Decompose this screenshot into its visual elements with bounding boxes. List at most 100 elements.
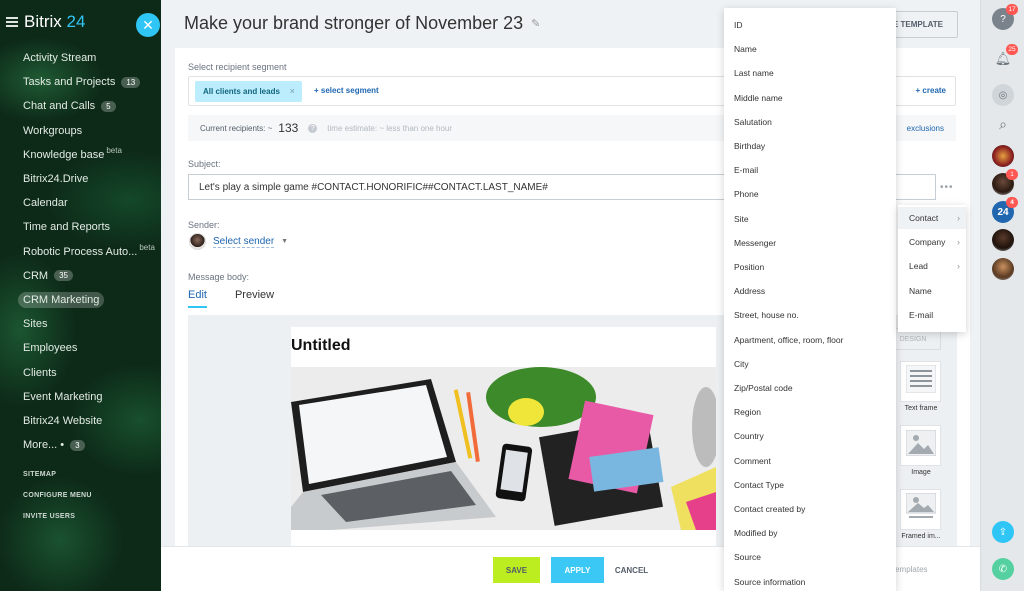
text-frame-block[interactable] <box>900 361 941 402</box>
field-menu-item[interactable]: Salutation <box>734 117 772 127</box>
field-menu-item[interactable]: Contact Type <box>734 480 784 490</box>
sender-row: Select sender ▼ <box>189 233 288 250</box>
segment-tag[interactable]: All clients and leads × <box>195 81 302 102</box>
avatar-4[interactable] <box>992 258 1014 280</box>
field-menu-item[interactable]: Last name <box>734 68 774 78</box>
sidebar-item[interactable]: Time and Reports <box>0 215 161 239</box>
beta-badge: beta <box>106 146 122 156</box>
select-sender-link[interactable]: Select sender <box>213 236 275 248</box>
share-screen-icon[interactable]: ⇪ <box>992 521 1014 543</box>
email-block-title[interactable]: Untitled <box>291 337 351 355</box>
field-menu-item[interactable]: E-mail <box>734 165 758 175</box>
sidebar-nav: Activity Stream Tasks and Projects 13 Chat … <box>0 46 161 457</box>
sidebar-item[interactable]: Employees <box>0 336 161 360</box>
tab-edit[interactable]: Edit <box>188 289 207 308</box>
submenu-item[interactable]: Company › <box>898 231 966 253</box>
submenu-item[interactable]: Name <box>898 280 966 302</box>
avatar-2[interactable]: 1 <box>992 169 1018 195</box>
menu-burger-icon[interactable] <box>6 17 18 27</box>
configure-menu-link[interactable]: CONFIGURE MENU <box>23 492 92 499</box>
chevron-right-icon: › <box>957 237 960 248</box>
sidebar-item[interactable]: Tasks and Projects 13 <box>0 70 161 94</box>
invite-users-link[interactable]: INVITE USERS <box>23 513 75 520</box>
avatar-3[interactable] <box>992 229 1014 251</box>
submenu-item[interactable]: Lead › <box>898 255 966 277</box>
sidebar-item-label: Workgroups <box>23 124 83 137</box>
field-menu-item[interactable]: Address <box>734 286 765 296</box>
exclusions-link[interactable]: exclusions <box>907 124 944 133</box>
sidebar-item[interactable]: Robotic Process Auto... beta <box>0 240 161 264</box>
field-menu-item[interactable]: Comment <box>734 456 771 466</box>
field-menu-item[interactable]: ID <box>734 20 743 30</box>
hero-image[interactable] <box>291 367 716 530</box>
sidebar-item[interactable]: CRM 35 <box>0 264 161 288</box>
logo-row: Bitrix 24 <box>6 12 85 32</box>
sidebar-item[interactable]: Sites <box>0 312 161 336</box>
field-menu-item[interactable]: Zip/Postal code <box>734 383 793 393</box>
tab-preview[interactable]: Preview <box>235 289 274 308</box>
search-icon[interactable]: ⌕ <box>992 113 1014 135</box>
field-menu-item[interactable]: Source <box>734 552 761 562</box>
bitrix24-avatar[interactable]: 24 4 <box>992 197 1018 223</box>
sender-label: Sender: <box>188 220 220 230</box>
sidebar-item[interactable]: Bitrix24.Drive <box>0 167 161 191</box>
sitemap-link[interactable]: SITEMAP <box>23 471 56 478</box>
sidebar-item[interactable]: Clients <box>0 360 161 384</box>
edit-title-pencil-icon[interactable]: ✎ <box>531 17 540 30</box>
field-menu-item[interactable]: Phone <box>734 189 759 199</box>
cancel-button[interactable]: CANCEL <box>608 557 655 583</box>
chat-icon[interactable]: ◎ <box>992 84 1014 106</box>
field-menu-item[interactable]: Name <box>734 44 757 54</box>
sidebar-item[interactable]: Bitrix24 Website <box>0 409 161 433</box>
apply-button[interactable]: APPLY <box>551 557 604 583</box>
workspace-photo <box>291 367 716 530</box>
field-menu-item[interactable]: Modified by <box>734 528 777 538</box>
field-menu-item[interactable]: Position <box>734 262 764 272</box>
help-icon[interactable]: ? 17 <box>992 4 1018 30</box>
sidebar-item[interactable]: Knowledge base beta <box>0 143 161 167</box>
image-block[interactable] <box>900 425 941 466</box>
sidebar-item-counter: 5 <box>101 100 116 112</box>
field-menu-item[interactable]: Site <box>734 214 749 224</box>
field-menu-item[interactable]: Contact created by <box>734 504 805 514</box>
sidebar-item[interactable]: Activity Stream <box>0 46 161 70</box>
contact-field-menu: ID Name Last name Middle name Salutation Birt… <box>724 8 896 591</box>
sidebar-item-label: More... • <box>23 439 65 452</box>
sidebar-item[interactable]: Chat and Calls 5 <box>0 94 161 118</box>
editor-tabs: Edit Preview <box>188 289 302 308</box>
field-menu-item[interactable]: Apartment, office, room, floor <box>734 335 843 345</box>
field-menu-item[interactable]: Middle name <box>734 93 783 103</box>
create-segment-link[interactable]: + create <box>916 86 946 95</box>
submenu-item[interactable]: E-mail <box>898 304 966 326</box>
field-menu-item[interactable]: City <box>734 359 749 369</box>
field-menu-item[interactable]: Source information <box>734 577 805 587</box>
field-menu-item[interactable]: Street, house no. <box>734 310 799 320</box>
field-menu-item[interactable]: Country <box>734 431 764 441</box>
avatar-1[interactable] <box>992 145 1014 167</box>
sidebar-item[interactable]: CRM Marketing <box>0 288 161 312</box>
sidebar-item[interactable]: Workgroups <box>0 119 161 143</box>
select-segment-link[interactable]: + select segment <box>314 86 379 95</box>
help-question-icon[interactable]: ? <box>308 123 318 133</box>
bell-icon[interactable]: 🔔︎ 25 <box>992 44 1018 70</box>
brand-logo[interactable]: Bitrix 24 <box>24 12 85 32</box>
b24-label: 24 <box>997 206 1009 218</box>
submenu-item[interactable]: Contact › <box>898 207 966 229</box>
field-menu-item[interactable]: Region <box>734 407 761 417</box>
sidebar-item-label: CRM <box>23 269 49 282</box>
phone-icon[interactable]: ✆ <box>992 558 1014 580</box>
sidebar-item[interactable]: More... • 3 <box>0 433 161 457</box>
page-title: Make your brand stronger of November 23 <box>184 13 524 33</box>
close-slider-button[interactable]: ✕ <box>136 13 160 37</box>
more-dots-icon[interactable]: ••• <box>940 182 954 193</box>
field-menu-item[interactable]: Birthday <box>734 141 765 151</box>
remove-tag-icon[interactable]: × <box>290 86 295 96</box>
save-button[interactable]: SAVE <box>493 557 540 583</box>
sidebar-item[interactable]: Calendar <box>0 191 161 215</box>
chevron-down-icon[interactable]: ▼ <box>281 238 288 245</box>
email-canvas[interactable]: Untitled <box>291 327 716 548</box>
sidebar-item-label: Event Marketing <box>23 390 103 403</box>
field-menu-item[interactable]: Messenger <box>734 238 776 248</box>
framed-image-block[interactable] <box>900 489 941 530</box>
sidebar-item[interactable]: Event Marketing <box>0 385 161 409</box>
